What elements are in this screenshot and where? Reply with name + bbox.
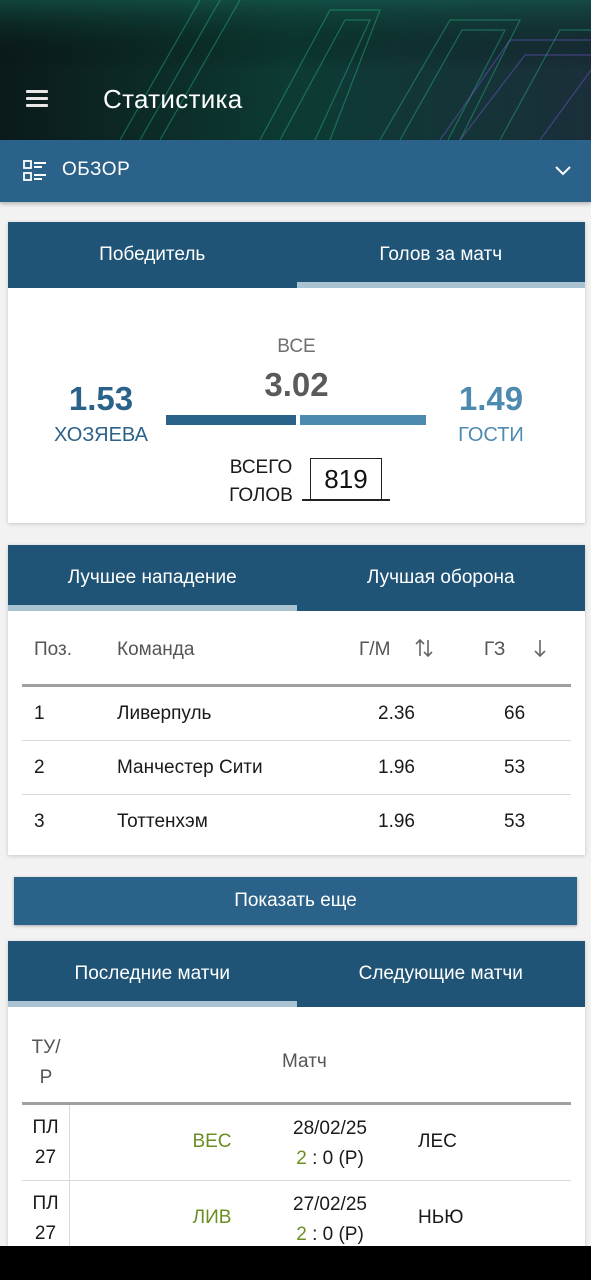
- matches-card: Последние матчи Следующие матчи ТУ/ Р Ма…: [8, 941, 585, 1261]
- tab-winner[interactable]: Победитель: [8, 222, 297, 288]
- all-label: ВСЕ: [277, 336, 316, 357]
- app-header: Статистика: [0, 0, 591, 140]
- section-selector-label: ОБЗОР: [62, 159, 131, 180]
- tab-best-attack[interactable]: Лучшее нападение: [8, 545, 297, 611]
- match-away-team: НЬЮ: [418, 1207, 464, 1228]
- table-row[interactable]: 3 Тоттенхэм 1.96 53: [22, 795, 571, 849]
- teams-card: Лучшее нападение Лучшая оборона Поз. Ком…: [8, 545, 585, 855]
- sort-down-icon[interactable]: [532, 637, 548, 665]
- away-goals-bar: [300, 415, 426, 425]
- home-label: ХОЗЯЕВА: [54, 424, 148, 446]
- col-gs[interactable]: ГЗ: [484, 639, 505, 661]
- match-home-team: ЛИВ: [192, 1207, 232, 1228]
- teams-table-header: Поз. Команда Г/М ГЗ: [22, 611, 571, 687]
- match-home-team: ВЕС: [192, 1131, 232, 1152]
- tab-best-defense[interactable]: Лучшая оборона: [297, 545, 586, 611]
- col-match: Матч: [282, 1051, 327, 1072]
- home-value: 1.53: [68, 380, 134, 417]
- away-label: ГОСТИ: [458, 424, 524, 446]
- match-away-team: ЛЕС: [418, 1131, 457, 1152]
- section-selector[interactable]: ОБЗОР: [0, 140, 591, 202]
- goals-tabs: Победитель Голов за матч: [8, 222, 585, 288]
- system-navigation-bar: [0, 1246, 591, 1280]
- total-underline: [302, 499, 390, 501]
- col-round: ТУ/ Р: [31, 1037, 61, 1088]
- matches-tabs: Последние матчи Следующие матчи: [8, 941, 585, 1007]
- header-background: [0, 0, 591, 140]
- col-team: Команда: [117, 639, 195, 660]
- menu-icon[interactable]: [26, 86, 56, 116]
- tab-goals-per-match[interactable]: Голов за матч: [296, 222, 585, 288]
- col-pos: Поз.: [34, 639, 72, 660]
- tab-next-matches[interactable]: Следующие матчи: [297, 941, 586, 1007]
- show-more-button[interactable]: Показать еще: [14, 877, 577, 925]
- total-goals-label: ВСЕГО ГОЛОВ: [229, 457, 293, 506]
- tab-last-matches[interactable]: Последние матчи: [8, 941, 297, 1007]
- overview-icon: [23, 160, 46, 181]
- sort-both-icon[interactable]: [414, 637, 434, 665]
- home-goals-bar: [166, 415, 296, 425]
- teams-tabs: Лучшее нападение Лучшая оборона: [8, 545, 585, 611]
- match-date-score: 28/02/25 2 : 0 (Р): [293, 1118, 367, 1169]
- match-round: ПЛ 27: [22, 1105, 70, 1181]
- matches-table-header: ТУ/ Р Матч: [22, 1007, 571, 1105]
- goals-summary: ВСЕ 3.02 1.53 ХОЗЯЕВА 1.49 ГОСТИ ВСЕГО Г…: [8, 288, 585, 524]
- total-goals-value: 819: [310, 458, 382, 500]
- table-row[interactable]: 2 Манчестер Сити 1.96 53: [22, 741, 571, 795]
- match-row[interactable]: ПЛ 27 ВЕС 28/02/25 2 : 0 (Р) ЛЕС: [22, 1105, 571, 1181]
- page-title: Статистика: [103, 84, 243, 114]
- goals-card: Победитель Голов за матч ВСЕ 3.02 1.53 Х…: [8, 222, 585, 523]
- chevron-down-icon[interactable]: [553, 160, 573, 180]
- col-gpm[interactable]: Г/М: [359, 639, 390, 661]
- table-row[interactable]: 1 Ливерпуль 2.36 66: [22, 687, 571, 741]
- match-date-score: 27/02/25 2 : 0 (Р): [293, 1194, 367, 1245]
- away-value: 1.49: [458, 380, 524, 417]
